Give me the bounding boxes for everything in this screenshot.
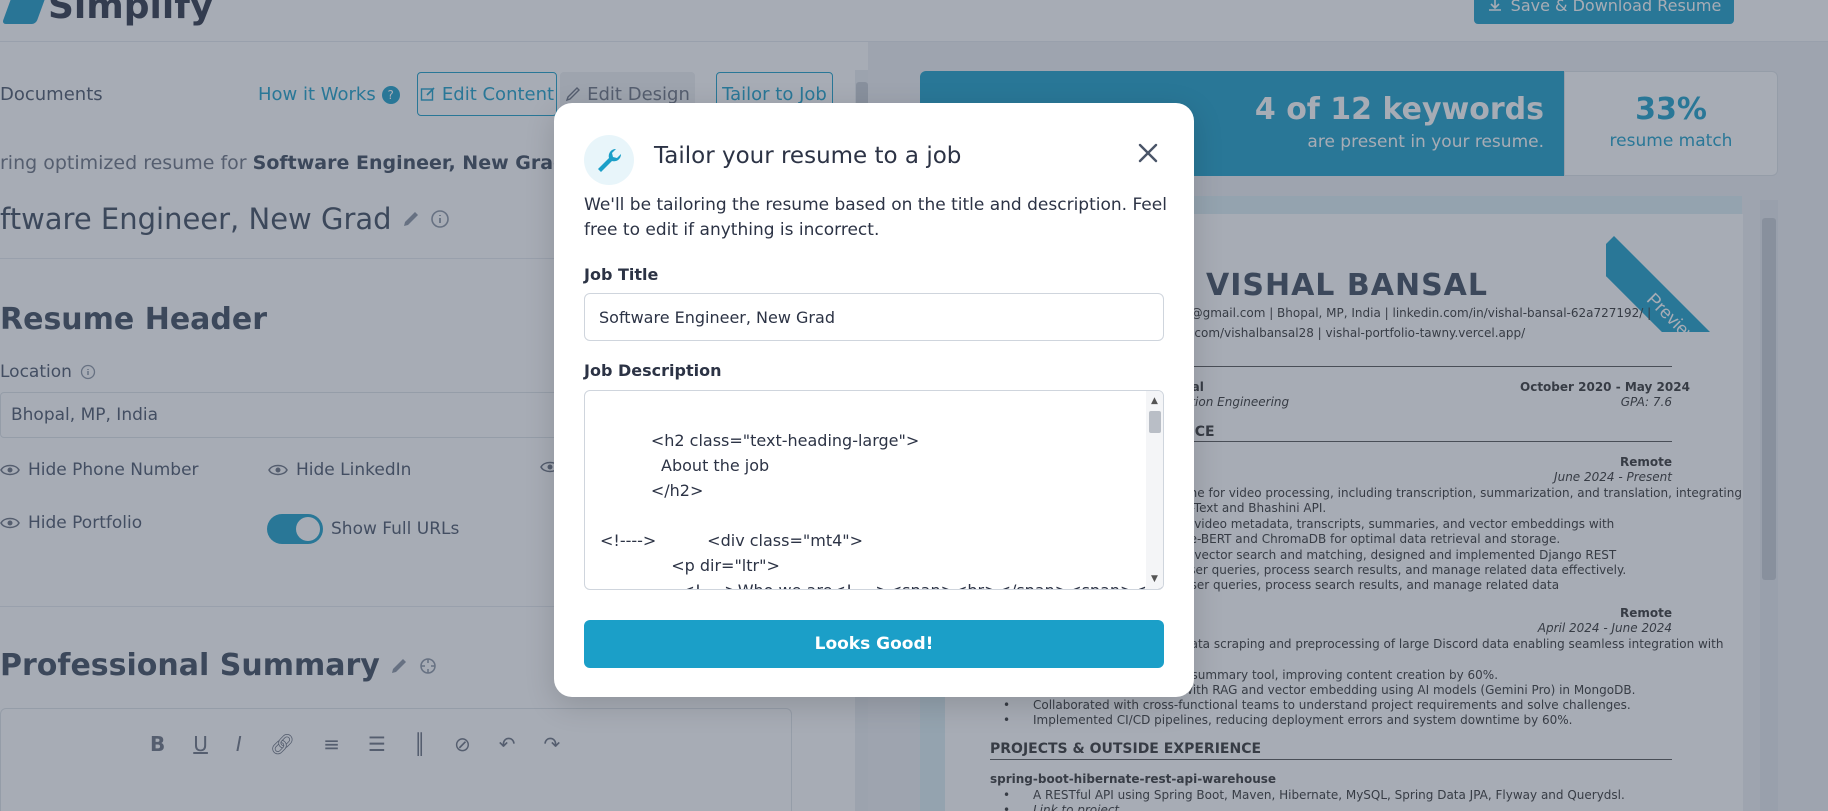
scroll-down-icon[interactable]: ▼ bbox=[1151, 574, 1158, 584]
job-description-label: Job Description bbox=[584, 361, 722, 380]
job-title-label: Job Title bbox=[584, 265, 659, 284]
textarea-scrollbar[interactable]: ▲ ▼ bbox=[1146, 391, 1163, 589]
tailor-resume-modal: Tailor your resume to a job We'll be tai… bbox=[554, 103, 1194, 697]
close-icon[interactable] bbox=[1132, 137, 1164, 169]
job-title-input[interactable] bbox=[584, 293, 1164, 341]
wrench-icon bbox=[584, 135, 634, 185]
looks-good-button[interactable]: Looks Good! bbox=[584, 620, 1164, 668]
scroll-up-icon[interactable]: ▲ bbox=[1151, 396, 1158, 406]
job-description-text: <h2 class="text-heading-large"> About th… bbox=[600, 431, 1163, 589]
modal-description: We'll be tailoring the resume based on t… bbox=[584, 195, 1167, 240]
textarea-scrollbar-thumb[interactable] bbox=[1149, 411, 1161, 433]
job-description-textarea[interactable]: <h2 class="text-heading-large"> About th… bbox=[584, 390, 1164, 590]
modal-title: Tailor your resume to a job bbox=[654, 143, 962, 169]
